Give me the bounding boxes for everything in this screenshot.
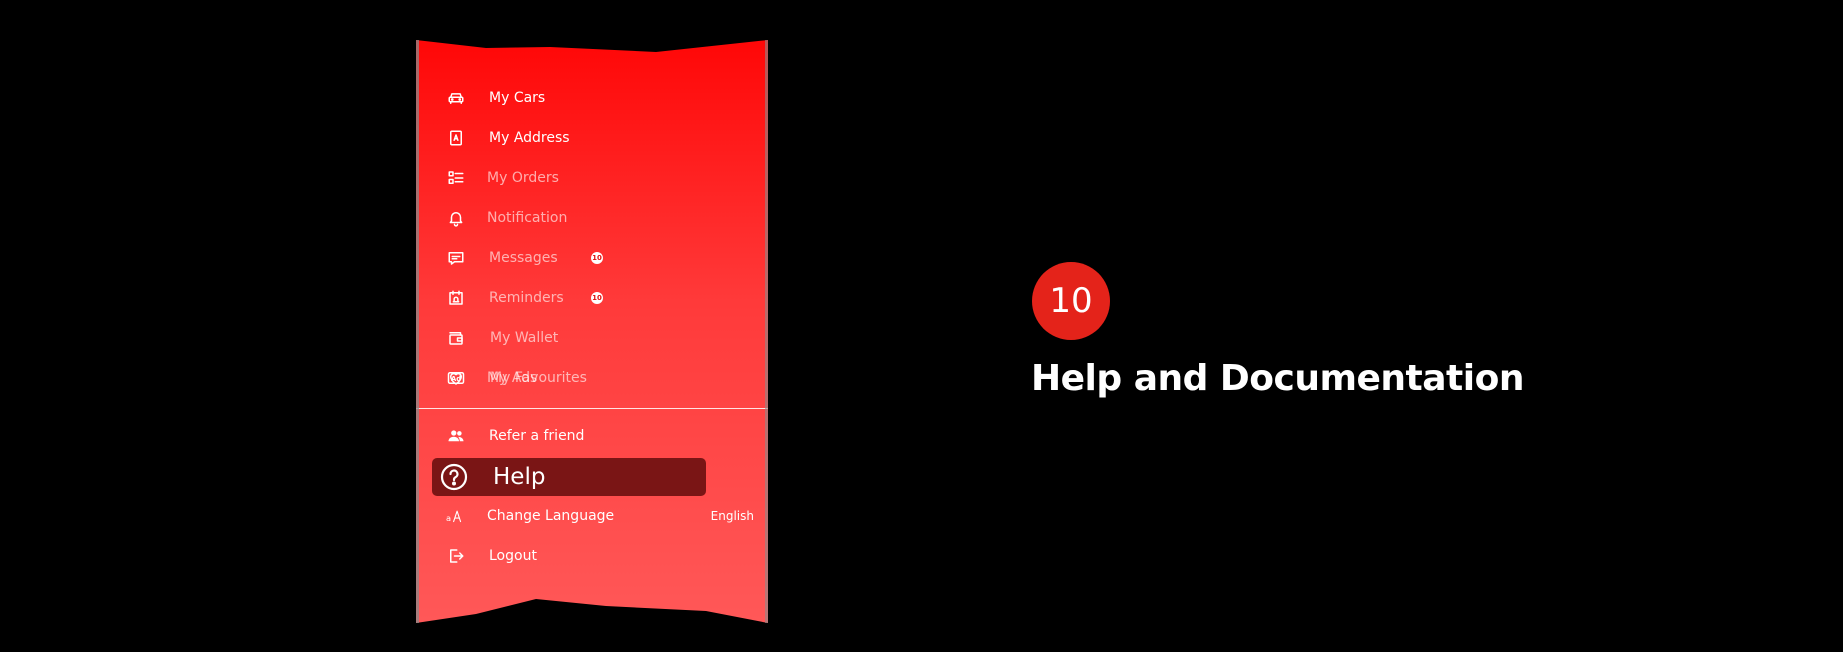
menu-item-label: Messages	[489, 250, 558, 266]
reminders-count-badge: 10	[592, 294, 602, 302]
menu-item-label: My Address	[489, 130, 570, 146]
menu-item-change-language[interactable]: a Change Language English	[416, 496, 768, 536]
chat-icon	[446, 248, 466, 268]
menu-item-label: My Orders	[487, 170, 559, 186]
car-icon	[446, 88, 466, 108]
step-title: Help and Documentation	[1031, 358, 1524, 399]
step-number-badge: 10	[1032, 262, 1110, 340]
list-icon	[446, 168, 466, 188]
menu-item-reminders[interactable]: Reminders 10	[416, 278, 768, 318]
users-icon	[446, 426, 466, 446]
menu-item-refer-a-friend[interactable]: Refer a friend	[416, 416, 768, 456]
menu-item-help[interactable]: Help	[432, 458, 706, 496]
wallet-icon	[446, 328, 466, 348]
address-book-icon	[446, 128, 466, 148]
menu-item-label: Notification	[487, 210, 568, 226]
menu-item-label: Refer a friend	[489, 428, 585, 444]
font-size-icon: a	[442, 506, 468, 526]
drawer-edge	[416, 40, 419, 623]
heart-icon	[446, 368, 466, 388]
menu-divider	[416, 408, 768, 409]
messages-count-badge: 10	[592, 254, 602, 262]
menu-item-label: My Wallet	[490, 330, 559, 346]
bell-icon	[446, 208, 466, 228]
menu-item-notification[interactable]: Notification	[416, 198, 768, 238]
menu-item-my-wallet[interactable]: My Wallet	[416, 318, 768, 358]
menu-item-label: Change Language	[487, 508, 615, 524]
menu-item-label: My Cars	[489, 90, 546, 106]
current-language-value: English	[710, 509, 754, 523]
menu-item-label: Logout	[489, 548, 537, 564]
menu-item-label: My Favourites	[490, 370, 587, 386]
menu-item-label: Reminders	[489, 290, 564, 306]
menu-item-label: Help	[493, 464, 546, 490]
menu-item-messages[interactable]: Messages 10	[416, 238, 768, 278]
menu-item-my-favourites[interactable]: My Favourites	[416, 358, 768, 398]
screen: My Cars My Address My Orders Notificatio…	[0, 0, 1843, 652]
svg-text:a: a	[446, 513, 451, 523]
drawer-edge	[765, 40, 768, 623]
logout-icon	[446, 546, 466, 566]
menu-item-my-orders[interactable]: My Orders	[416, 158, 768, 198]
menu-item-logout[interactable]: Logout	[416, 536, 768, 576]
calendar-bell-icon	[446, 288, 466, 308]
help-circle-icon	[440, 463, 468, 491]
menu-item-my-address[interactable]: My Address	[416, 118, 768, 158]
menu-item-my-cars[interactable]: My Cars	[416, 78, 768, 118]
navigation-drawer: My Cars My Address My Orders Notificatio…	[416, 40, 768, 623]
